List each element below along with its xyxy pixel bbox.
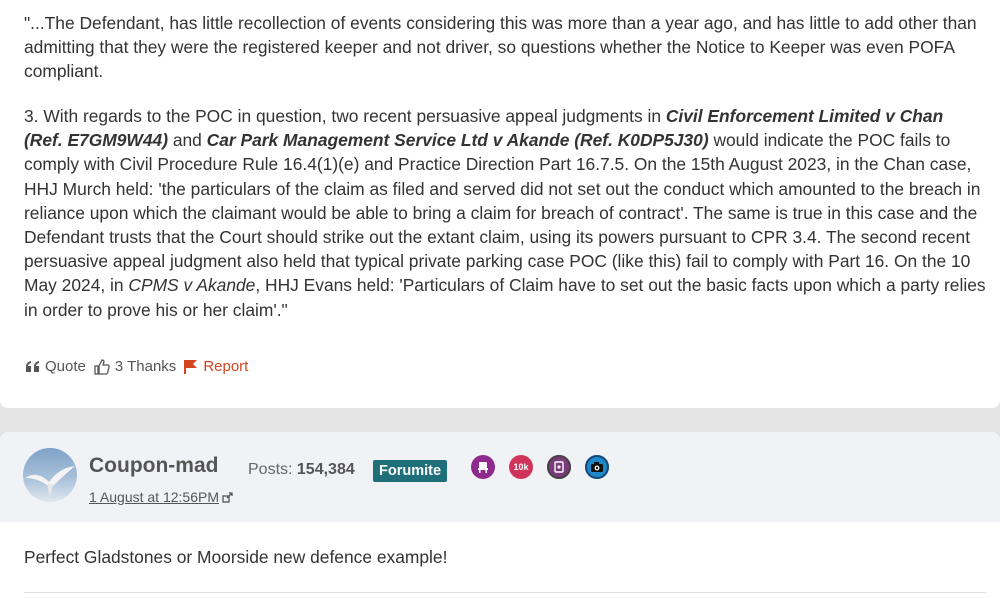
seagull-avatar-icon: [25, 466, 75, 498]
flag-icon: [184, 360, 198, 374]
post-paragraph-1: "...The Defendant, has little recollecti…: [24, 13, 977, 82]
quote-icon: [26, 360, 39, 372]
case-citation-cpms: CPMS v Akande: [128, 275, 256, 296]
quote-button[interactable]: Quote: [26, 358, 86, 375]
post-reply: Coupon-mad Posts: 154,384 Forumite 10k 1…: [0, 432, 1000, 598]
post-paragraph-2: 3. With regards to the POC in question, …: [24, 106, 986, 320]
camera-badge-icon[interactable]: [585, 455, 609, 479]
post-body: Perfect Gladstones or Moorside new defen…: [24, 547, 448, 567]
thanks-button[interactable]: 3 Thanks: [94, 358, 176, 375]
10k-badge-icon[interactable]: 10k: [509, 455, 533, 479]
post-header: Coupon-mad Posts: 154,384 Forumite 10k 1…: [0, 432, 1000, 522]
report-button[interactable]: Report: [184, 358, 248, 375]
posts-count: Posts: 154,384: [248, 461, 355, 478]
case-citation-akande: Car Park Management Service Ltd v Akande…: [206, 130, 709, 151]
post-timestamp-link[interactable]: 1 August at 12:56PM: [89, 489, 233, 505]
report-label: Report: [203, 358, 249, 375]
book-badge-icon[interactable]: [547, 455, 571, 479]
post-previous: "...The Defendant, has little recollecti…: [0, 0, 1000, 408]
divider: [24, 592, 986, 593]
username-link[interactable]: Coupon-mad: [89, 454, 218, 478]
thumbs-up-icon: [94, 358, 110, 375]
rank-badge: Forumite: [373, 460, 448, 482]
avatar[interactable]: [23, 448, 77, 502]
post-actions: Quote 3 Thanks Report: [26, 358, 256, 375]
thanks-label: 3 Thanks: [114, 358, 177, 375]
permalink-icon: [222, 491, 233, 503]
quote-label: Quote: [45, 358, 86, 375]
chair-badge-icon[interactable]: [471, 455, 495, 479]
